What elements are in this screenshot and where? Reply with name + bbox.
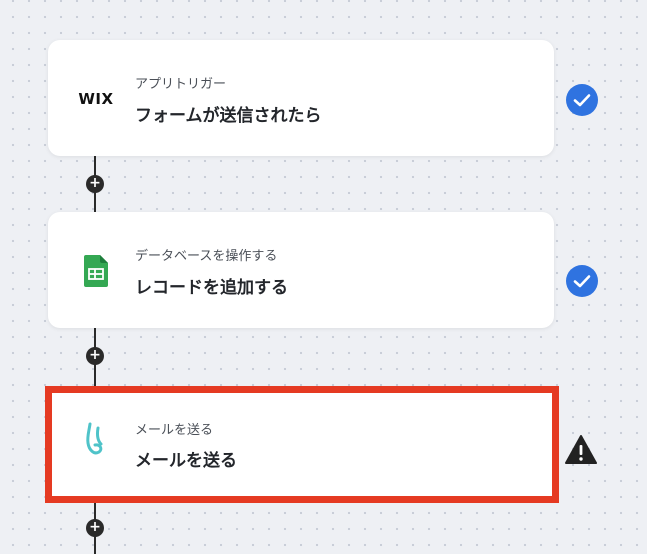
step-title: フォームが送信されたら: [135, 106, 322, 126]
google-sheets-icon: [76, 255, 116, 287]
step-card-trigger[interactable]: WIX アプリトリガー フォームが送信されたら: [48, 40, 554, 156]
add-step-button[interactable]: +: [86, 519, 104, 537]
step-title: メールを送る: [135, 451, 237, 471]
add-step-button[interactable]: +: [86, 175, 104, 193]
check-icon: [566, 265, 598, 297]
step-card-send-mail[interactable]: メールを送る メールを送る: [45, 386, 559, 503]
warning-icon: [565, 435, 597, 464]
mail-send-icon: [76, 422, 116, 455]
wix-logo: WIX: [76, 84, 116, 114]
wix-logo-text: WIX: [78, 90, 114, 108]
add-step-button[interactable]: +: [86, 347, 104, 365]
step-subtitle: データベースを操作する: [135, 249, 278, 264]
step-subtitle: アプリトリガー: [135, 77, 227, 92]
step-card-database[interactable]: データベースを操作する レコードを追加する: [48, 212, 554, 328]
step-title: レコードを追加する: [135, 278, 288, 298]
step-subtitle: メールを送る: [135, 423, 214, 438]
check-icon: [566, 84, 598, 116]
